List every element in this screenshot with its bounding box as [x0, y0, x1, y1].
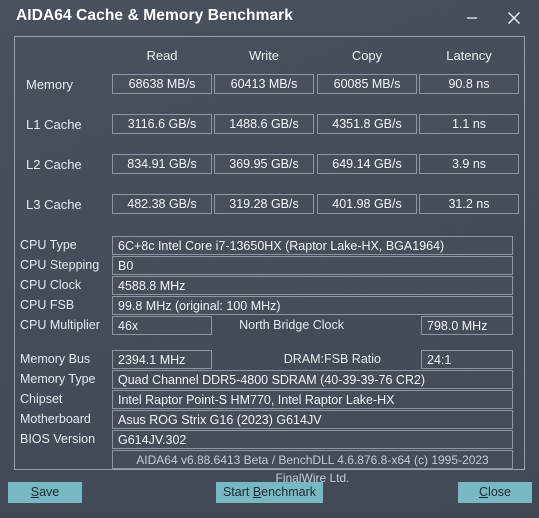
column-header-read: Read	[146, 48, 178, 63]
row-label-l1-cache: L1 Cache	[26, 117, 82, 132]
label-cpu-multiplier: CPU Multiplier	[20, 318, 100, 332]
save-button-suffix: ave	[39, 485, 60, 499]
label-cpu-type: CPU Type	[20, 238, 77, 252]
window-bottom-strip	[0, 512, 539, 518]
label-north-bridge-clock: North Bridge Clock	[239, 318, 344, 332]
label-motherboard: Motherboard	[20, 412, 91, 426]
close-button[interactable]: Close	[458, 482, 532, 503]
close-icon[interactable]	[500, 4, 528, 30]
value-cpu-stepping: B0	[112, 256, 513, 275]
cell-memory-latency: 90.8 ns	[419, 74, 519, 94]
version-info-bar: AIDA64 v6.88.6413 Beta / BenchDLL 4.6.87…	[112, 450, 513, 485]
window-title: AIDA64 Cache & Memory Benchmark	[16, 7, 294, 24]
label-cpu-clock: CPU Clock	[20, 278, 82, 292]
close-button-suffix: lose	[488, 485, 511, 499]
cell-l2-copy: 649.14 GB/s	[317, 154, 417, 174]
minimize-icon[interactable]	[458, 4, 486, 30]
row-label-l2-cache: L2 Cache	[26, 157, 82, 172]
value-cpu-multiplier: 46x	[112, 316, 212, 335]
value-dram-fsb-ratio: 24:1	[421, 350, 513, 369]
save-button[interactable]: Save	[8, 482, 82, 503]
label-memory-type: Memory Type	[20, 372, 96, 386]
cell-memory-write: 60413 MB/s	[214, 74, 314, 94]
value-cpu-type: 6C+8c Intel Core i7-13650HX (Raptor Lake…	[112, 236, 513, 255]
cell-l3-latency: 31.2 ns	[419, 194, 519, 214]
value-north-bridge-clock: 798.0 MHz	[421, 316, 513, 335]
cell-l1-latency: 1.1 ns	[419, 114, 519, 134]
cell-l3-read: 482.38 GB/s	[112, 194, 212, 214]
cell-l3-copy: 401.98 GB/s	[317, 194, 417, 214]
start-benchmark-suffix: enchmark	[261, 485, 317, 499]
value-chipset: Intel Raptor Point-S HM770, Intel Raptor…	[112, 390, 513, 409]
cell-l2-latency: 3.9 ns	[419, 154, 519, 174]
cell-l1-read: 3116.6 GB/s	[112, 114, 212, 134]
value-bios-version: G614JV.302	[112, 430, 513, 449]
column-header-write: Write	[248, 48, 280, 63]
label-bios-version: BIOS Version	[20, 432, 96, 446]
cell-memory-copy: 60085 MB/s	[317, 74, 417, 94]
start-benchmark-accel: B	[252, 485, 262, 499]
start-benchmark-button[interactable]: Start Benchmark	[216, 482, 323, 503]
row-label-l3-cache: L3 Cache	[26, 197, 82, 212]
label-memory-bus: Memory Bus	[20, 352, 91, 366]
value-memory-type: Quad Channel DDR5-4800 SDRAM (40-39-39-7…	[112, 370, 513, 389]
close-button-accel: C	[479, 485, 489, 499]
label-chipset: Chipset	[20, 392, 63, 406]
cell-l3-write: 319.28 GB/s	[214, 194, 314, 214]
aida64-benchmark-window: AIDA64 Cache & Memory Benchmark Read Wri…	[0, 0, 539, 518]
row-label-memory: Memory	[26, 77, 73, 92]
cell-l2-write: 369.95 GB/s	[214, 154, 314, 174]
cell-memory-read: 68638 MB/s	[112, 74, 212, 94]
label-cpu-stepping: CPU Stepping	[20, 258, 100, 272]
value-motherboard: Asus ROG Strix G16 (2023) G614JV	[112, 410, 513, 429]
save-button-accel: S	[30, 485, 40, 499]
column-header-copy: Copy	[351, 48, 383, 63]
value-memory-bus: 2394.1 MHz	[112, 350, 212, 369]
label-cpu-fsb: CPU FSB	[20, 298, 75, 312]
cell-l1-write: 1488.6 GB/s	[214, 114, 314, 134]
value-cpu-fsb: 99.8 MHz (original: 100 MHz)	[112, 296, 513, 315]
label-dram-fsb-ratio: DRAM:FSB Ratio	[283, 352, 381, 366]
column-header-latency: Latency	[446, 48, 492, 63]
start-benchmark-prefix: Start	[222, 485, 253, 499]
value-cpu-clock: 4588.8 MHz	[112, 276, 513, 295]
cell-l2-read: 834.91 GB/s	[112, 154, 212, 174]
title-bar: AIDA64 Cache & Memory Benchmark	[0, 0, 539, 35]
cell-l1-copy: 4351.8 GB/s	[317, 114, 417, 134]
